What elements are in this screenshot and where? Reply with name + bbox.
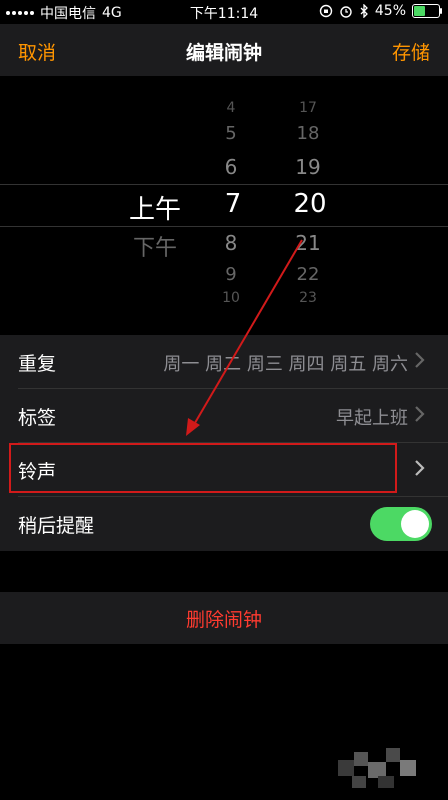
- watermark-mosaic: [338, 742, 428, 794]
- annotation-arrow-icon: [186, 239, 303, 436]
- delete-alarm-button[interactable]: 删除闹钟: [0, 605, 448, 632]
- delete-alarm-row[interactable]: 删除闹钟: [0, 592, 448, 644]
